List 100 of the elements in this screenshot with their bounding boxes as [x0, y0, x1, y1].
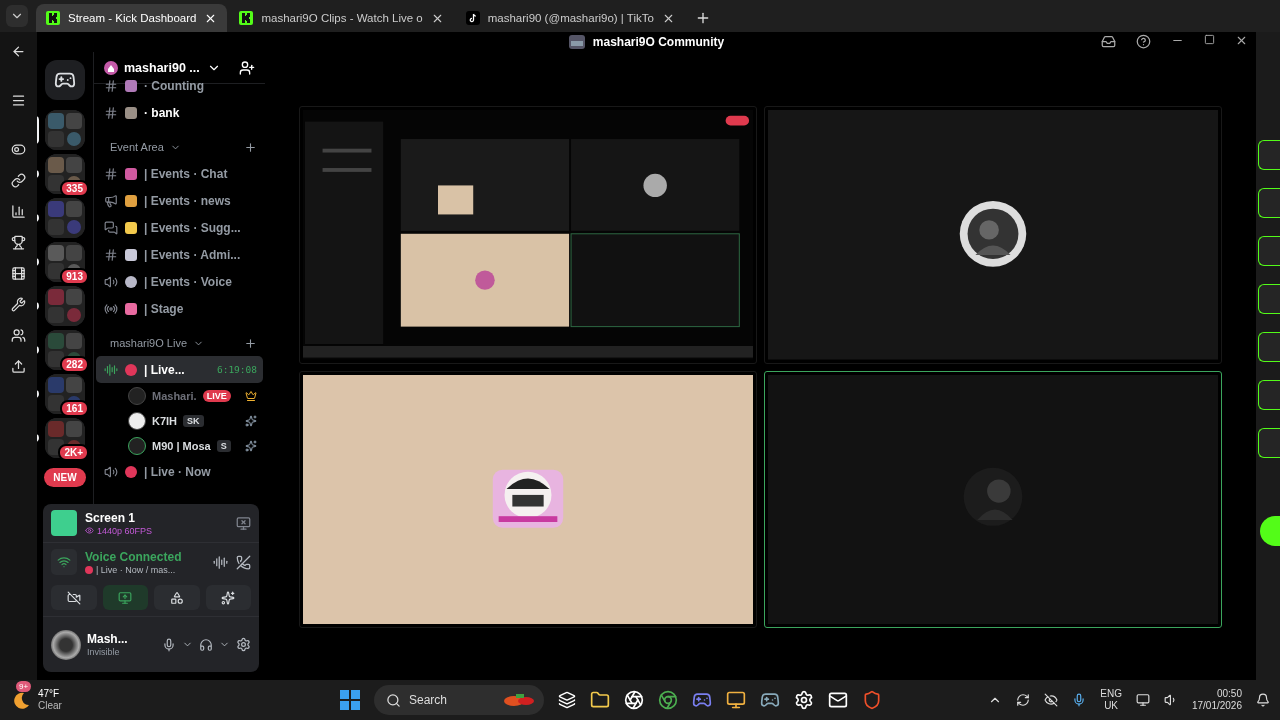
- users-icon[interactable]: [11, 328, 26, 343]
- announcement-channel-icon: [104, 193, 118, 208]
- link-icon[interactable]: [11, 173, 26, 188]
- film-icon[interactable]: [11, 266, 26, 281]
- unread-count-badge: 282: [60, 356, 89, 373]
- member-name: M90 | Mosa: [152, 439, 211, 452]
- tab-title: mashari9O Clips - Watch Live o: [261, 12, 423, 24]
- channel-item[interactable]: | Events · Admi...: [96, 241, 263, 268]
- channel-item[interactable]: | Events · news: [96, 187, 263, 214]
- language: ENG: [1100, 688, 1122, 700]
- network-icon[interactable]: [1135, 693, 1150, 707]
- screen-button[interactable]: [102, 585, 148, 610]
- inbox-icon[interactable]: [1101, 34, 1116, 49]
- app-icon[interactable]: [726, 690, 746, 710]
- eye-icon: [85, 526, 94, 535]
- text-channel-icon: [104, 166, 118, 181]
- weather-condition: Clear: [38, 700, 62, 712]
- upload-icon[interactable]: [11, 359, 26, 374]
- bar-chart-icon[interactable]: [11, 204, 26, 219]
- browser-tab[interactable]: mashari9O Clips - Watch Live o: [229, 4, 454, 32]
- tab-title: mashari90 (@mashari9o) | TikTo: [487, 12, 654, 24]
- user-name: Mash...: [87, 632, 129, 646]
- chrome-icon[interactable]: [658, 690, 678, 710]
- start-icon[interactable]: [340, 690, 360, 710]
- voice-status: Voice Connected: [85, 549, 183, 564]
- home-button[interactable]: [45, 60, 85, 100]
- category-label[interactable]: mashari9O Live: [110, 337, 188, 349]
- menu-icon[interactable]: [11, 93, 26, 108]
- channel-item[interactable]: · bank: [96, 99, 263, 126]
- voice-member[interactable]: K7IH SK: [94, 408, 265, 433]
- toggle-icon[interactable]: [11, 142, 26, 157]
- tab-list-button[interactable]: [6, 5, 28, 27]
- voice-activity-icon: [104, 362, 118, 377]
- user-avatar: [51, 629, 81, 660]
- search-field[interactable]: Search: [374, 685, 544, 715]
- call-timer: 6:19:08: [216, 364, 257, 375]
- unread-count-badge: 335: [60, 180, 89, 197]
- channel-item[interactable]: | Events · Voice: [96, 268, 263, 295]
- tray-icon[interactable]: [1044, 693, 1059, 707]
- avatar: [128, 436, 146, 455]
- camera-icon: [66, 590, 81, 605]
- text-channel-icon: [104, 247, 118, 262]
- avatar: [128, 386, 146, 405]
- invite-icon[interactable]: [239, 59, 255, 76]
- connection-icon: [51, 549, 77, 575]
- disconnect-icon[interactable]: [236, 554, 251, 570]
- side-tab[interactable]: [1260, 516, 1280, 546]
- headphones-icon[interactable]: [199, 637, 213, 652]
- wrench-icon[interactable]: [11, 297, 26, 312]
- clock-time: 00:50: [1216, 688, 1242, 700]
- microphone-icon[interactable]: [1072, 693, 1087, 707]
- back-icon[interactable]: [11, 44, 26, 59]
- kick-logo-icon: [239, 11, 254, 25]
- voice-channel-icon: [104, 464, 118, 479]
- clock-date: 17/01/2026: [1191, 700, 1242, 712]
- camera-button[interactable]: [51, 585, 97, 610]
- notification-badge: 9+: [16, 681, 32, 692]
- member-tag: S: [216, 439, 231, 452]
- voice-channel-icon: [104, 274, 118, 289]
- text-channel-icon: [104, 105, 118, 120]
- noise-suppression-icon[interactable]: [213, 554, 228, 570]
- browser-tab[interactable]: mashari90 (@mashari9o) | TikTo: [455, 4, 685, 32]
- temperature: 47°F: [38, 688, 60, 700]
- voice-member[interactable]: Mashari. LIVE: [94, 383, 265, 408]
- unread-count-badge: 2K+: [58, 444, 89, 461]
- stream-quality: 1440p 60FPS: [85, 525, 228, 536]
- maximize-icon[interactable]: [1204, 34, 1215, 45]
- channel-item[interactable]: | Stage: [96, 295, 263, 322]
- microphone-icon[interactable]: [162, 637, 176, 652]
- channel-item[interactable]: | Events · Sugg...: [96, 214, 263, 241]
- channel-item[interactable]: | Live · Now: [96, 458, 263, 485]
- notification-icon[interactable]: [1256, 693, 1270, 707]
- window-title: mashari9O Community: [592, 35, 725, 49]
- tiktok-logo-icon: [465, 11, 480, 25]
- channel-item[interactable]: | Live... 6:19:08: [96, 356, 263, 383]
- add-channel-icon[interactable]: [244, 336, 257, 350]
- voice-channel-link[interactable]: | Live · Now / mas...: [85, 564, 205, 575]
- server-logo-icon: [104, 60, 118, 75]
- task-view-icon[interactable]: [558, 691, 576, 709]
- category-label[interactable]: Event Area: [110, 141, 164, 153]
- channel-item[interactable]: | Events · Chat: [96, 160, 263, 187]
- add-channel-icon[interactable]: [244, 140, 257, 154]
- screen-thumbnail-icon: [51, 510, 77, 536]
- close-icon[interactable]: [1235, 34, 1248, 47]
- app-icon[interactable]: [794, 690, 814, 710]
- browser-tab[interactable]: Stream - Kick Dashboard: [36, 4, 228, 32]
- stream-title: Screen 1: [85, 510, 137, 525]
- soundboard-button[interactable]: [205, 585, 251, 610]
- sync-icon[interactable]: [1016, 693, 1031, 707]
- help-icon[interactable]: [1136, 34, 1151, 49]
- keyboard-region: UK: [1104, 700, 1119, 712]
- app-icon[interactable]: [624, 690, 644, 710]
- settings-icon[interactable]: [236, 637, 251, 652]
- new-badge: NEW: [44, 468, 86, 487]
- folder-icon[interactable]: [590, 690, 610, 710]
- activities-button[interactable]: [154, 585, 200, 610]
- voice-member[interactable]: M90 | Mosa S: [94, 433, 265, 458]
- trophy-icon[interactable]: [11, 235, 26, 250]
- stop-stream-icon[interactable]: [236, 515, 251, 531]
- mail-icon[interactable]: [828, 690, 848, 710]
